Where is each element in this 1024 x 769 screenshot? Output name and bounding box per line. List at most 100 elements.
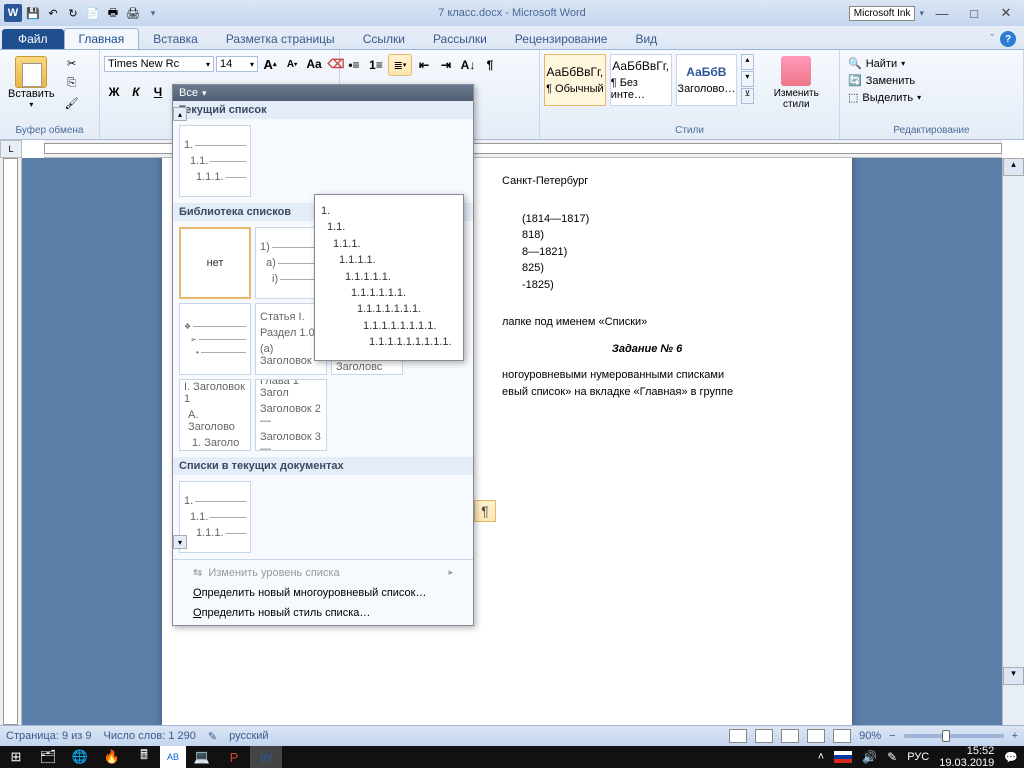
style-heading1[interactable]: АаБбВ Заголово… [676,54,738,106]
scroll-down-icon[interactable]: ▾ [1003,667,1024,685]
zoom-out-icon[interactable]: − [889,730,895,742]
bold-button[interactable]: Ж [104,82,124,102]
dropdown-filter-all[interactable]: Все [173,85,473,101]
tab-references[interactable]: Ссылки [349,29,419,49]
tab-layout[interactable]: Разметка страницы [212,29,349,49]
zoom-level[interactable]: 90% [859,730,881,742]
list-tile-chapter[interactable]: Глава 1 Загол Заголовок 2— Заголовок 3— [255,379,327,451]
taskbar-powerpoint-icon[interactable]: P [218,746,250,768]
status-page[interactable]: Страница: 9 из 9 [6,730,92,742]
close-button[interactable]: ✕ [992,4,1020,22]
zoom-thumb[interactable] [942,730,950,742]
taskbar-abnet-icon[interactable]: AB [160,746,186,768]
decrease-indent-icon[interactable]: ⇤ [414,55,434,75]
redo-icon[interactable]: ↻ [64,4,82,22]
tab-mailings[interactable]: Рассылки [419,29,501,49]
scrollbar-vertical[interactable]: ▴ ▾ [1002,158,1024,725]
font-name-select[interactable]: Times New Rc▾ [104,56,214,72]
tray-pen-icon[interactable]: ✎ [887,750,897,764]
help-icon[interactable]: ? [1000,31,1016,47]
font-size-select[interactable]: 14▾ [216,56,258,72]
qat-more-icon[interactable]: ▾ [144,4,162,22]
tray-volume-icon[interactable]: 🔊 [862,750,877,764]
dropdown-scroll-down-icon[interactable]: ▾ [173,535,187,549]
tray-language[interactable]: РУС [907,751,929,763]
status-language[interactable]: русский [229,730,268,742]
maximize-button[interactable]: □ [960,4,988,22]
taskbar-app2-icon[interactable]: 💻 [186,746,218,768]
tab-view[interactable]: Вид [621,29,671,49]
tray-notifications-icon[interactable]: 💬 [1004,751,1018,764]
increase-indent-icon[interactable]: ⇥ [436,55,456,75]
cut-icon[interactable]: ✂ [63,54,81,72]
paste-dropdown-icon[interactable]: ▾ [29,100,33,109]
tab-insert[interactable]: Вставка [139,29,212,49]
taskbar-calc-icon[interactable]: 🖩 [128,746,160,768]
ruler-corner[interactable]: L [0,140,22,158]
view-print-layout[interactable] [729,729,747,743]
ribbon-minimize-icon[interactable]: ˇ [990,33,994,45]
format-painter-icon[interactable]: 🖌 [63,94,81,112]
tip-row: 1.1.1.1.1.1. [351,286,457,301]
word-logo-icon[interactable]: W [4,4,22,22]
view-outline[interactable] [807,729,825,743]
view-fullscreen[interactable] [755,729,773,743]
quickprint-icon[interactable]: 🖶 [104,4,122,22]
print-icon[interactable]: 🖨 [124,4,142,22]
start-button[interactable]: ⊞ [0,746,32,768]
tab-home[interactable]: Главная [64,28,140,49]
view-draft[interactable] [833,729,851,743]
define-list-style-item[interactable]: Определить новый стиль списка… [173,603,473,623]
copy-icon[interactable]: ⎘ [63,74,81,92]
list-tile-current[interactable]: 1. 1.1. 1.1.1. [179,125,251,197]
zoom-slider[interactable] [904,734,1004,738]
taskbar-app1-icon[interactable]: 🔥 [96,746,128,768]
sort-icon[interactable]: A↓ [458,55,478,75]
tray-chevron-icon[interactable]: ˄ [818,751,824,763]
find-button[interactable]: 🔍Найти ▾ [846,56,923,71]
scroll-up-icon[interactable]: ▴ [1003,158,1024,176]
dropdown-scroll-up-icon[interactable]: ▴ [173,107,187,121]
save-icon[interactable]: 💾 [24,4,42,22]
list-tile-none[interactable]: нет [179,227,251,299]
change-case-icon[interactable]: Aa [304,54,324,74]
styles-more-icon[interactable]: ⊻ [741,88,753,104]
styles-up-icon[interactable]: ▴ [741,54,753,70]
undo-icon[interactable]: ↶ [44,4,62,22]
styles-down-icon[interactable]: ▾ [741,71,753,87]
italic-button[interactable]: К [126,82,146,102]
proofing-icon[interactable]: ✎ [208,730,217,743]
show-marks-icon[interactable]: ¶ [480,55,500,75]
ms-ink-button[interactable]: Microsoft Ink [849,6,916,21]
shrink-font-icon[interactable]: A▾ [282,54,302,74]
grow-font-icon[interactable]: A▴ [260,54,280,74]
tab-review[interactable]: Рецензирование [501,29,622,49]
numbering-icon[interactable]: 1≡ [366,55,386,75]
underline-button[interactable]: Ч [148,82,168,102]
tray-clock[interactable]: 15:52 19.03.2019 [939,745,994,769]
bullets-icon[interactable]: •≡ [344,55,364,75]
taskbar-word-icon[interactable]: W [250,746,282,768]
view-web[interactable] [781,729,799,743]
list-tile-doc1[interactable]: 1. 1.1. 1.1.1. [179,481,251,553]
ink-dropdown-icon[interactable]: ▾ [919,8,924,19]
define-multilevel-item[interactable]: Определить новый многоуровневый список… [173,583,473,603]
taskbar-explorer-icon[interactable]: 🗂 [32,746,64,768]
replace-button[interactable]: 🔄Заменить [846,73,923,88]
lang-flag-icon[interactable] [834,751,852,763]
list-tile-roman[interactable]: I. Заголовок 1 A. Заголово 1. Заголо [179,379,251,451]
select-button[interactable]: ⬚Выделить ▾ [846,90,923,105]
paste-button[interactable]: Вставить ▾ [4,54,59,111]
list-tile-bullets[interactable]: ❖ ➢ • [179,303,251,375]
style-normal[interactable]: АаБбВвГг, ¶ Обычный [544,54,606,106]
minimize-button[interactable]: — [928,4,956,22]
status-words[interactable]: Число слов: 1 290 [104,730,196,742]
taskbar-chrome-icon[interactable]: 🌐 [64,746,96,768]
new-icon[interactable]: 📄 [84,4,102,22]
zoom-in-icon[interactable]: + [1012,730,1018,742]
multilevel-list-button[interactable]: ≣▾ [388,54,412,76]
tab-file[interactable]: Файл [2,29,64,49]
style-no-spacing[interactable]: АаБбВвГг, ¶ Без инте… [610,54,672,106]
ruler-vertical[interactable] [0,158,22,725]
change-styles-button[interactable]: Изменить стили [758,54,835,112]
